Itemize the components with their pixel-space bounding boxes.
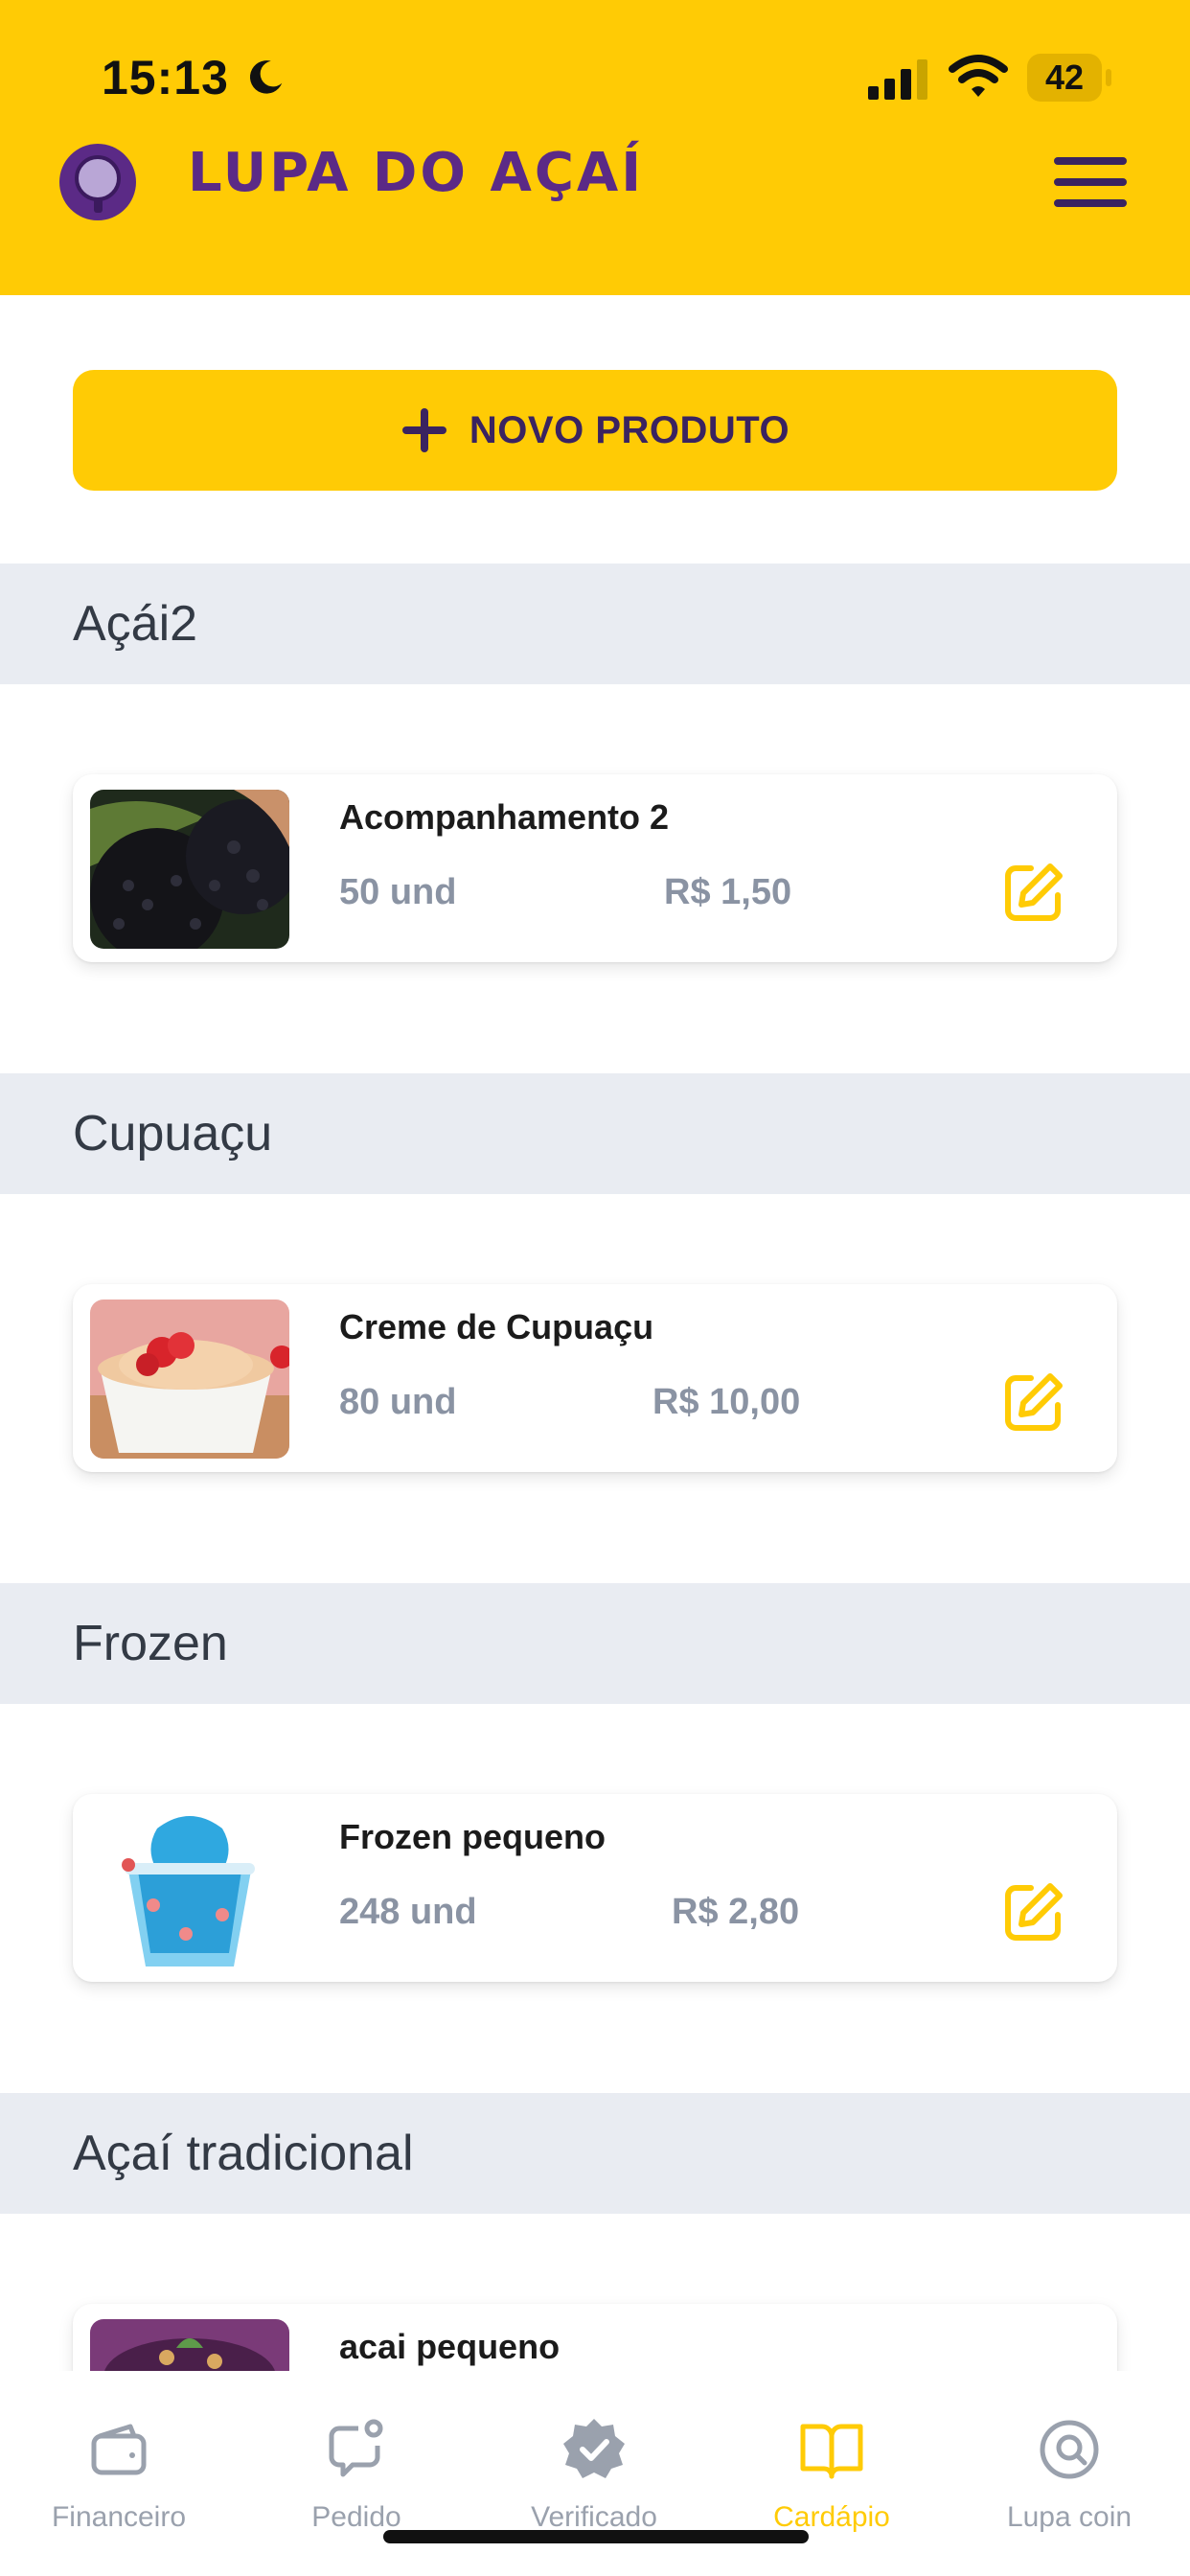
- category-header: Frozen: [0, 1583, 1190, 1704]
- moon-icon: [249, 60, 283, 94]
- category-header: Açaí tradicional: [0, 2093, 1190, 2214]
- battery-nub: [1106, 69, 1111, 86]
- edit-icon[interactable]: [998, 1368, 1067, 1438]
- product-name: Creme de Cupuaçu: [339, 1307, 654, 1346]
- home-indicator: [383, 2530, 809, 2543]
- status-time: 15:13: [102, 51, 229, 104]
- edit-icon[interactable]: [998, 859, 1067, 928]
- tab-label: Lupa coin: [1006, 2501, 1133, 2533]
- product-card[interactable]: Acompanhamento 2 50 und R$ 1,50: [73, 774, 1117, 962]
- new-product-label: NOVO PRODUTO: [469, 408, 790, 451]
- tab-verificado[interactable]: Verificado: [475, 2371, 713, 2543]
- product-image: [90, 790, 289, 949]
- product-card[interactable]: Creme de Cupuaçu 80 und R$ 10,00: [73, 1284, 1117, 1472]
- product-price: R$ 1,50: [664, 872, 792, 912]
- category-title: Frozen: [73, 1616, 228, 1671]
- app-header: 15:13 42 LUPA DO AÇAÍ: [0, 0, 1190, 295]
- tab-label: Pedido: [311, 2501, 401, 2533]
- battery-level: 42: [1044, 58, 1085, 97]
- verified-badge-icon: [563, 2419, 625, 2478]
- hamburger-menu-icon[interactable]: [1054, 157, 1127, 215]
- tab-lupa-coin[interactable]: Lupa coin: [950, 2371, 1188, 2543]
- battery-indicator: 42: [1027, 54, 1102, 102]
- edit-icon[interactable]: [998, 1878, 1067, 1947]
- product-image: [90, 1809, 289, 1968]
- wifi-icon: [949, 55, 1008, 97]
- book-icon: [800, 2424, 863, 2479]
- tab-label: Cardápio: [773, 2501, 890, 2533]
- at-sign-icon: [1040, 2420, 1099, 2479]
- wallet-icon: [91, 2424, 147, 2475]
- product-price: R$ 10,00: [652, 1382, 801, 1422]
- brand-title: LUPA DO AÇAÍ: [188, 142, 645, 204]
- bottom-tab-bar: Financeiro Pedido Verificado Cardápio Lu…: [0, 2371, 1190, 2576]
- product-image: [90, 1300, 289, 1459]
- category-title: Açái2: [73, 596, 198, 652]
- chat-bubble-icon: [329, 2419, 383, 2477]
- tab-pedido[interactable]: Pedido: [238, 2371, 475, 2543]
- product-quantity: 50 und: [339, 872, 457, 912]
- product-quantity: 248 und: [339, 1892, 477, 1932]
- tab-label: Verificado: [531, 2501, 657, 2533]
- logo-magnifier-icon: [59, 144, 136, 220]
- category-title: Cupuaçu: [73, 1106, 273, 1162]
- category-header: Açái2: [0, 564, 1190, 684]
- cellular-signal-icon: [868, 59, 927, 100]
- product-name: Frozen pequeno: [339, 1817, 606, 1856]
- tab-cardapio[interactable]: Cardápio: [713, 2371, 950, 2543]
- new-product-button[interactable]: NOVO PRODUTO: [73, 370, 1117, 491]
- plus-icon: [401, 408, 446, 452]
- product-name: Acompanhamento 2: [339, 797, 670, 837]
- tab-label: Financeiro: [51, 2501, 187, 2533]
- product-name: acai pequeno: [339, 2327, 561, 2366]
- product-card[interactable]: Frozen pequeno 248 und R$ 2,80: [73, 1794, 1117, 1982]
- product-price: R$ 2,80: [672, 1892, 800, 1932]
- category-title: Açaí tradicional: [73, 2126, 414, 2181]
- category-header: Cupuaçu: [0, 1073, 1190, 1194]
- product-quantity: 80 und: [339, 1382, 457, 1422]
- tab-financeiro[interactable]: Financeiro: [0, 2371, 238, 2543]
